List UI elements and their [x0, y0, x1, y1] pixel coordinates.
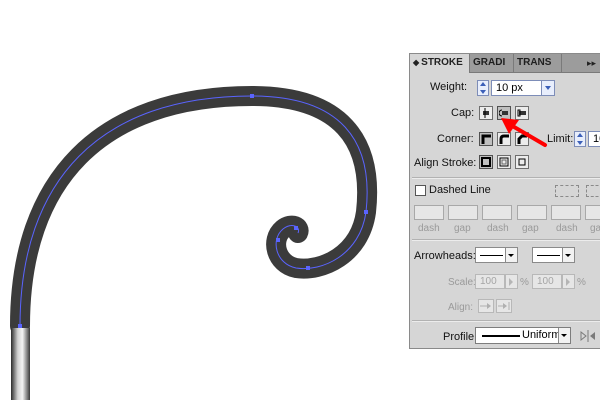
dash-field-3[interactable]: [551, 205, 581, 220]
curved-stroke[interactable]: [10, 85, 378, 336]
panel-menu-icon[interactable]: ▸▸: [587, 54, 596, 72]
tab-transparency[interactable]: TRANS: [514, 54, 562, 72]
weight-value: 10 px: [496, 82, 523, 94]
align-inside-button[interactable]: [497, 155, 511, 169]
butt-cap-icon: [483, 108, 489, 118]
weight-field[interactable]: 10 px: [491, 80, 555, 96]
dashed-line-checkbox[interactable]: [415, 185, 426, 196]
start-scale-stepper[interactable]: [505, 274, 518, 289]
dropdown-icon: [562, 248, 574, 262]
align-center-icon: [481, 157, 491, 167]
profile-label: Profile:: [443, 331, 478, 343]
end-arrowhead-select[interactable]: [532, 247, 575, 263]
artwork-canvas[interactable]: [0, 0, 410, 400]
tab-stroke[interactable]: ◆ STROKE: [410, 54, 470, 73]
tab-transparency-label: TRANS: [517, 57, 552, 68]
start-scale-unit: %: [520, 277, 529, 288]
dashed-line-label: Dashed Line: [429, 184, 491, 196]
limit-stepper[interactable]: [574, 131, 586, 147]
panel-tabbar: ◆ STROKE GRADI TRANS ▸▸: [410, 54, 600, 73]
scale-label: Scale:: [448, 277, 476, 288]
limit-field[interactable]: 10: [588, 131, 600, 147]
arrow-extend-icon: [480, 303, 491, 309]
tab-gradient-label: GRADI: [473, 57, 506, 68]
flip-profile-icon[interactable]: [580, 330, 596, 345]
gap-field-2[interactable]: [517, 205, 547, 220]
miter-join-icon: [481, 134, 491, 144]
anchor-points[interactable]: [18, 94, 368, 328]
arrowhead-none-icon: [480, 255, 503, 256]
corner-label: Corner:: [437, 133, 474, 145]
dash-corners-preserve-icon[interactable]: [555, 185, 579, 197]
dash-label-3: dash: [556, 223, 578, 234]
selected-path[interactable]: [19, 95, 368, 327]
start-scale-value: 100: [480, 276, 497, 287]
annotation-arrow-icon: [501, 118, 547, 147]
start-arrowhead-select[interactable]: [475, 247, 518, 263]
align-inside-icon: [499, 157, 509, 167]
divider: [412, 239, 600, 241]
weight-label: Weight:: [430, 81, 468, 93]
end-scale-stepper[interactable]: [562, 274, 575, 289]
cap-label: Cap:: [451, 107, 475, 119]
gap-field-1[interactable]: [448, 205, 478, 220]
align-stroke-label: Align Stroke:: [414, 157, 477, 169]
pen-body: [11, 328, 30, 400]
align-outside-icon: [518, 158, 526, 166]
end-scale-value: 100: [537, 276, 554, 287]
gap-field-3[interactable]: [585, 205, 600, 220]
gap-label-3: ga: [590, 223, 600, 234]
gap-label-2: gap: [522, 223, 539, 234]
dash-field-1[interactable]: [414, 205, 444, 220]
weight-stepper[interactable]: [477, 80, 489, 96]
uniform-profile-icon: [482, 335, 520, 337]
arrowheads-label: Arrowheads:: [414, 250, 476, 262]
tab-toggle-icon: ◆: [413, 58, 420, 67]
profile-select[interactable]: Uniform: [475, 327, 571, 344]
dash-label-2: dash: [487, 223, 509, 234]
stroke-panel: ◆ STROKE GRADI TRANS ▸▸ Weight: 10 px Cap…: [409, 53, 600, 349]
start-scale-field[interactable]: 100: [475, 274, 505, 289]
arrow-tip-at-end-button[interactable]: [496, 299, 512, 313]
miter-join-button[interactable]: [479, 132, 493, 146]
end-scale-field[interactable]: 100: [532, 274, 562, 289]
profile-value: Uniform: [522, 329, 561, 341]
arrow-place-icon: [498, 302, 510, 310]
dash-label-1: dash: [418, 223, 440, 234]
align-outside-button[interactable]: [515, 155, 529, 169]
limit-value: 10: [593, 133, 600, 145]
divider: [412, 320, 600, 322]
divider: [412, 177, 600, 179]
arrow-tip-beyond-button[interactable]: [478, 299, 494, 313]
end-scale-unit: %: [577, 277, 586, 288]
tab-gradient[interactable]: GRADI: [470, 54, 514, 72]
dropdown-icon: [558, 328, 570, 343]
arrowhead-none-icon: [537, 255, 560, 256]
dash-align-ends-icon[interactable]: [586, 185, 600, 197]
tab-stroke-label: STROKE: [421, 57, 463, 68]
butt-cap-button[interactable]: [479, 106, 493, 120]
align-center-button[interactable]: [479, 155, 493, 169]
gap-label-1: gap: [454, 223, 471, 234]
dash-field-2[interactable]: [482, 205, 512, 220]
weight-dropdown-icon[interactable]: [541, 81, 554, 95]
dropdown-icon: [505, 248, 517, 262]
align-label: Align:: [448, 302, 474, 313]
